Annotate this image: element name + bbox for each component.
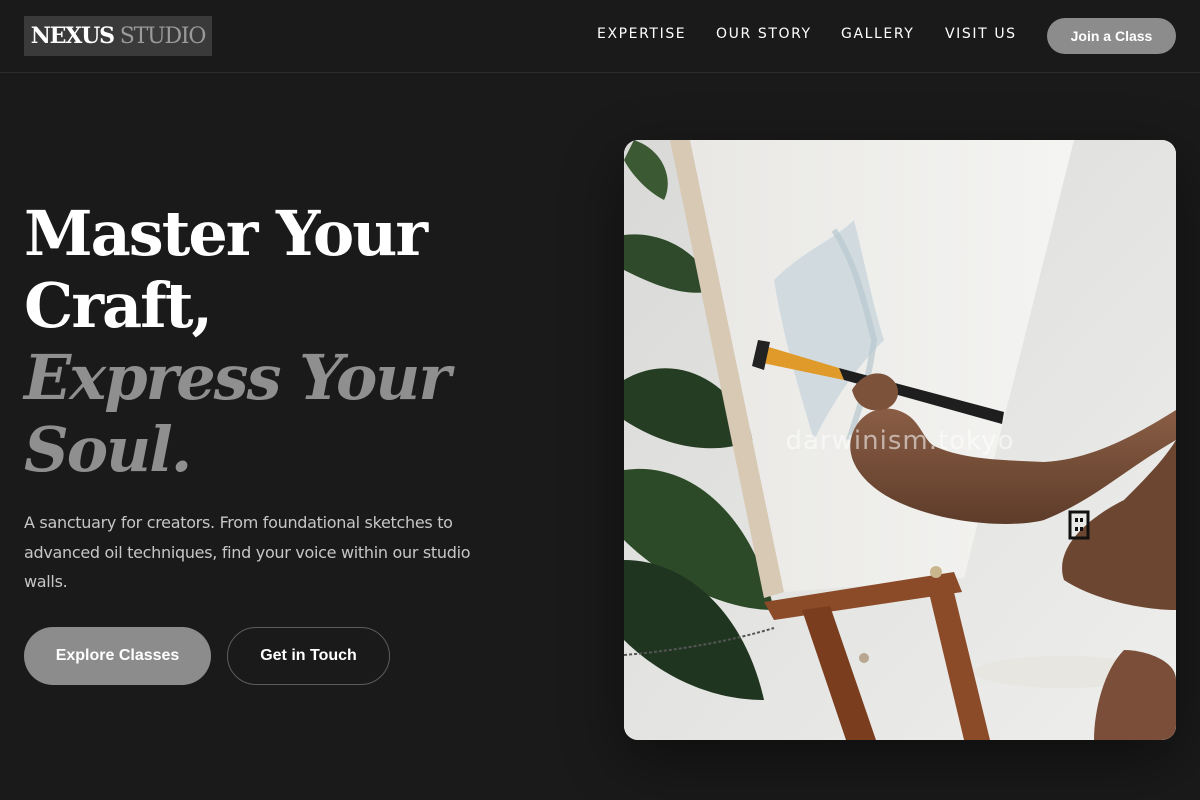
image-watermark: darwinism.tokyo xyxy=(785,426,1015,456)
brand-name-strong: NEXUS xyxy=(30,23,115,49)
explore-classes-button[interactable]: Explore Classes xyxy=(24,627,211,685)
hero-image-painting: darwinism.tokyo xyxy=(624,140,1176,740)
nav-link-visit-us[interactable]: VISIT US xyxy=(945,26,1017,42)
brand-logo[interactable]: NEXUS STUDIO xyxy=(24,16,212,56)
brand-name-light: STUDIO xyxy=(119,23,207,49)
get-in-touch-button[interactable]: Get in Touch xyxy=(227,627,390,685)
nav-link-gallery[interactable]: GALLERY xyxy=(841,26,914,42)
headline-line-2: Craft, xyxy=(24,269,213,342)
headline-line-3: Express Your xyxy=(24,341,451,414)
site-header: NEXUS STUDIO EXPERTISE OUR STORY GALLERY… xyxy=(0,0,1200,73)
join-class-button[interactable]: Join a Class xyxy=(1047,18,1176,54)
nav-link-expertise[interactable]: EXPERTISE xyxy=(597,26,686,42)
headline-line-4: Soul. xyxy=(24,413,192,486)
headline-line-1: Master Your xyxy=(24,197,428,270)
hero-description: A sanctuary for creators. From foundatio… xyxy=(24,513,471,591)
nav-link-our-story[interactable]: OUR STORY xyxy=(716,26,812,42)
hero-headline: Master Your Craft, Express Your Soul. xyxy=(24,198,544,486)
